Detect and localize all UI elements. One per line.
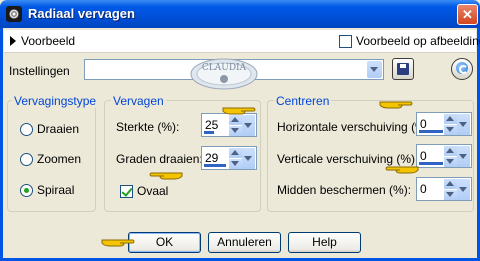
pointing-hand-icon: [379, 101, 413, 109]
degrees-level-bar: [204, 164, 226, 167]
spin-up-icon[interactable]: [444, 179, 457, 189]
blur-type-title: Vervagingstype: [12, 94, 99, 108]
radio-draaien-label[interactable]: Draaien: [37, 122, 79, 136]
radio-zoomen-label[interactable]: Zoomen: [37, 152, 81, 166]
protect-arrows[interactable]: [444, 179, 470, 200]
app-radial-icon: [6, 6, 22, 22]
degrees-arrows[interactable]: [229, 148, 255, 169]
degrees-spinner[interactable]: 29: [201, 146, 257, 170]
protect-spinner[interactable]: 0: [416, 177, 472, 201]
spin-down-icon[interactable]: [444, 190, 457, 200]
reset-icon: [456, 62, 468, 74]
center-group-title: Centreren: [274, 94, 332, 108]
spin-up-icon[interactable]: [444, 114, 457, 124]
spin-down-icon[interactable]: [229, 126, 242, 136]
help-button[interactable]: Help: [288, 232, 361, 253]
protect-label: Midden beschermen (%):: [277, 183, 412, 197]
chevron-down-icon[interactable]: [457, 146, 470, 167]
preview-label[interactable]: Voorbeeld: [21, 34, 75, 48]
h-offset-level-bar: [419, 130, 443, 133]
save-disk-icon: [397, 63, 409, 75]
reset-button[interactable]: [451, 58, 473, 80]
degrees-value[interactable]: 29: [205, 151, 218, 165]
close-button[interactable]: ✕: [457, 4, 478, 25]
preview-on-image-label[interactable]: Voorbeeld op afbeelding: [356, 34, 480, 48]
expand-triangle-icon[interactable]: [10, 36, 16, 46]
radio-zoomen[interactable]: [20, 153, 33, 166]
chevron-down-icon[interactable]: [242, 148, 255, 169]
v-offset-value[interactable]: 0: [420, 149, 427, 163]
preview-on-image-checkbox[interactable]: [339, 35, 352, 48]
window-title: Radiaal vervagen: [28, 6, 135, 21]
strength-value[interactable]: 25: [205, 118, 218, 132]
blur-group-title: Vervagen: [111, 94, 166, 108]
oval-label[interactable]: Ovaal: [137, 184, 168, 198]
chevron-down-icon[interactable]: [457, 179, 470, 200]
pointing-hand-icon: [101, 239, 135, 247]
pointing-hand-icon: [149, 172, 183, 180]
radio-spiraal[interactable]: [20, 184, 33, 197]
spin-down-icon[interactable]: [444, 125, 457, 135]
h-offset-label: Horizontale verschuiving (%):: [277, 120, 434, 134]
spin-up-icon[interactable]: [229, 148, 242, 158]
degrees-label: Graden draaien:: [116, 152, 203, 166]
v-offset-level-bar: [419, 162, 443, 165]
radio-spiraal-label[interactable]: Spiraal: [37, 183, 74, 197]
h-offset-value[interactable]: 0: [420, 117, 427, 131]
chevron-down-icon[interactable]: [457, 114, 470, 135]
watermark-logo: CLAUDIA: [190, 58, 258, 90]
oval-checkbox[interactable]: [120, 185, 133, 198]
pointing-hand-icon: [385, 166, 419, 174]
cancel-button[interactable]: Annuleren: [208, 232, 281, 253]
settings-label: Instellingen: [9, 64, 70, 78]
spin-down-icon[interactable]: [444, 157, 457, 167]
save-settings-button[interactable]: [392, 58, 414, 80]
ok-button[interactable]: OK: [128, 232, 201, 253]
chevron-down-icon[interactable]: [367, 61, 382, 78]
pointing-hand-icon: [222, 107, 256, 115]
title-bar: Radiaal vervagen ✕: [0, 0, 480, 28]
spin-up-icon[interactable]: [444, 146, 457, 156]
radio-draaien[interactable]: [20, 123, 33, 136]
protect-value[interactable]: 0: [420, 182, 427, 196]
strength-level-bar: [204, 131, 214, 134]
h-offset-arrows[interactable]: [444, 114, 470, 135]
spin-down-icon[interactable]: [229, 159, 242, 169]
v-offset-arrows[interactable]: [444, 146, 470, 167]
strength-label: Sterkte (%):: [116, 120, 180, 134]
h-offset-spinner[interactable]: 0: [416, 112, 472, 136]
v-offset-spinner[interactable]: 0: [416, 144, 472, 168]
watermark-text: CLAUDIA: [202, 63, 247, 73]
